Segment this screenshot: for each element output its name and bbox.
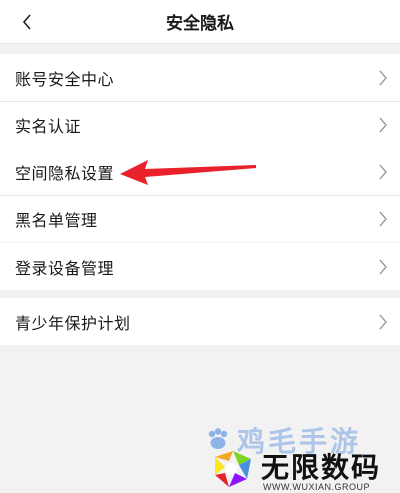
menu-item-real-name-verification[interactable]: 实名认证 [0, 101, 400, 148]
menu-item-label: 空间隐私设置 [15, 163, 115, 183]
menu-item-label: 青少年保护计划 [15, 313, 131, 333]
page-title: 安全隐私 [166, 14, 234, 34]
brand-logo-icon [215, 451, 251, 487]
menu-item-youth-protection-plan[interactable]: 青少年保护计划 [0, 298, 400, 345]
menu-item-label: 实名认证 [15, 116, 82, 136]
chevron-right-icon [379, 164, 387, 180]
watermark: 鸡毛手游 无限数码 WWW.WUXIAN.GROUP [205, 420, 400, 493]
chevron-left-icon [22, 14, 31, 30]
chevron-right-icon [379, 70, 387, 86]
watermark-site: WWW.WUXIAN.GROUP [263, 482, 370, 492]
watermark-brand: 无限数码 [261, 451, 382, 484]
settings-group-account: 账号安全中心 实名认证 [0, 54, 400, 148]
chevron-right-icon [379, 117, 387, 133]
settings-group-devices: 登录设备管理 [0, 243, 400, 290]
menu-item-login-device-management[interactable]: 登录设备管理 [0, 243, 400, 290]
menu-item-blacklist-management[interactable]: 黑名单管理 [0, 195, 400, 242]
menu-item-label: 黑名单管理 [15, 210, 98, 230]
menu-item-label: 账号安全中心 [15, 69, 115, 89]
settings-group-youth: 青少年保护计划 [0, 298, 400, 345]
back-button[interactable] [16, 10, 38, 34]
menu-item-account-security-center[interactable]: 账号安全中心 [0, 54, 400, 101]
top-bar: 安全隐私 [0, 0, 400, 44]
chevron-right-icon [379, 314, 387, 330]
annotation-arrow-icon [120, 160, 256, 185]
chevron-right-icon [379, 211, 387, 227]
menu-item-label: 登录设备管理 [15, 258, 115, 278]
chevron-right-icon [379, 259, 387, 275]
